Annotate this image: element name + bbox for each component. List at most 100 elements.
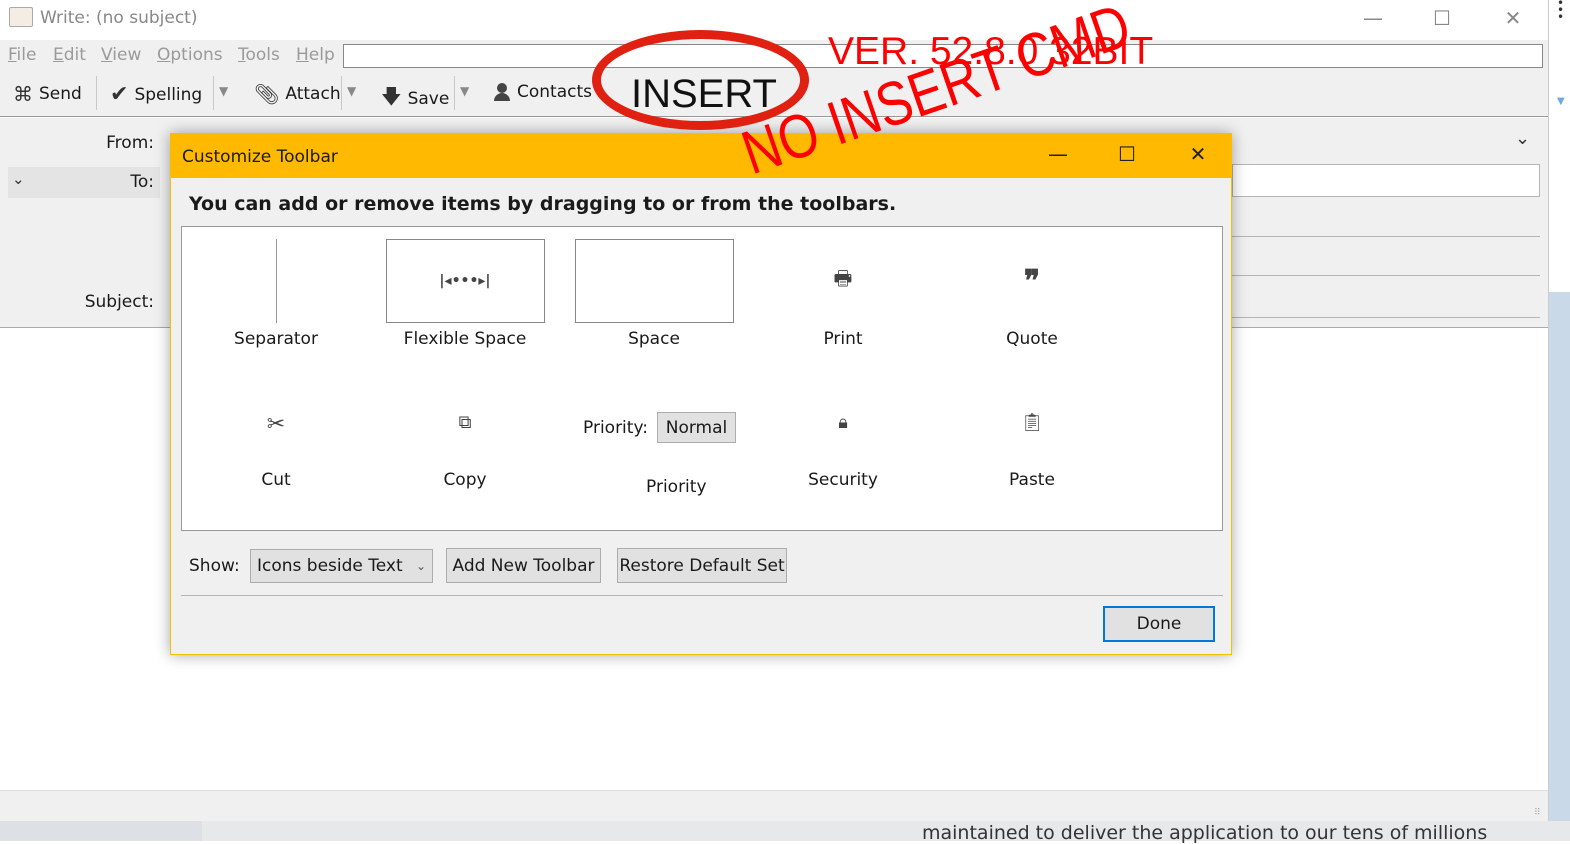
to-label: To:	[130, 172, 154, 192]
palette-item-paste[interactable]: 📋︎ Paste	[947, 412, 1117, 490]
paste-icon: 📋︎	[1020, 412, 1044, 433]
menu-tools[interactable]: Tools	[238, 45, 280, 65]
item-label: Priority	[646, 477, 707, 497]
resize-grip-icon[interactable]: ⠿	[1534, 808, 1541, 818]
lock-icon: 🔒︎	[838, 412, 848, 433]
dialog-instructions: You can add or remove items by dragging …	[189, 193, 897, 215]
minimize-button[interactable]: —	[1358, 6, 1388, 32]
menu-edit-label: Edit	[53, 45, 86, 65]
subject-label: Subject:	[84, 292, 154, 312]
item-label: Quote	[1006, 329, 1058, 349]
palette-item-copy[interactable]: ⧉ Copy	[380, 412, 550, 490]
send-button[interactable]: ⌘ Send	[13, 82, 82, 106]
menu-help[interactable]: Help	[296, 45, 335, 65]
item-label: Flexible Space	[403, 329, 527, 349]
menu-options[interactable]: Options	[157, 45, 223, 65]
scissors-icon: ✂	[266, 412, 286, 437]
menu-help-label: Help	[296, 45, 335, 65]
item-label: Paste	[1009, 470, 1055, 490]
toolbar-separator	[96, 76, 97, 110]
item-label: Security	[808, 470, 878, 490]
person-icon	[493, 83, 511, 101]
item-label: Separator	[234, 329, 318, 349]
palette-item-quote[interactable]: ❞ Quote	[947, 239, 1117, 350]
save-label: Save	[407, 89, 450, 109]
menu-view[interactable]: View	[101, 45, 141, 65]
chevron-down-icon[interactable]: ⌄	[12, 170, 25, 188]
dialog-minimize-button[interactable]: —	[1043, 142, 1073, 170]
restore-default-set-button[interactable]: Restore Default Set	[617, 548, 787, 583]
save-dropdown-icon[interactable]: ▼	[460, 84, 469, 98]
palette-item-print[interactable]: 🖶 Print	[758, 239, 928, 349]
status-bar	[0, 790, 1548, 821]
contacts-button[interactable]: Contacts	[493, 82, 592, 102]
palette-item-flexible-space[interactable]: |◂•••▸| Flexible Space	[380, 239, 550, 349]
menu-tools-label: Tools	[238, 45, 280, 65]
down-arrow-icon: 🡇	[381, 84, 402, 108]
maximize-button[interactable]: ☐	[1427, 6, 1457, 32]
done-button[interactable]: Done	[1103, 606, 1215, 642]
send-icon: ⌘	[13, 82, 33, 106]
triangle-icon: ▼	[1557, 96, 1565, 107]
spelling-dropdown-icon[interactable]: ▼	[219, 84, 228, 98]
chevron-down-icon: ⌄	[415, 559, 426, 573]
print-icon: 🖶	[833, 266, 853, 290]
palette-item-cut[interactable]: ✂ Cut	[191, 412, 361, 490]
item-label: Space	[628, 329, 680, 349]
more-icon: • • •	[1557, 0, 1565, 24]
menu-edit[interactable]: Edit	[53, 45, 86, 65]
checkmark-icon: ✔	[110, 82, 129, 107]
divider	[181, 595, 1223, 596]
show-select-value: Icons beside Text	[257, 556, 403, 576]
from-dropdown-chevron-icon[interactable]: ⌄	[1515, 128, 1530, 149]
menu-file-label: File	[8, 45, 37, 65]
window-titlebar: Write: (no subject) — ☐ ✕	[0, 0, 1548, 40]
attach-label: Attach	[285, 84, 341, 104]
dialog-close-button[interactable]: ✕	[1183, 142, 1213, 170]
palette-item-security[interactable]: 🔒︎ Security	[758, 412, 928, 490]
item-label: Copy	[443, 470, 487, 490]
show-select[interactable]: Icons beside Text ⌄	[250, 549, 433, 583]
menu-file[interactable]: File	[8, 45, 36, 65]
dialog-titlebar: Customize Toolbar — ☐ ✕	[171, 134, 1231, 178]
menu-options-label: Options	[157, 45, 223, 65]
subject-input-underline	[1232, 317, 1540, 318]
item-label: Print	[823, 329, 863, 349]
compose-icon	[9, 7, 33, 27]
toolbar-separator	[454, 76, 455, 110]
divider	[1232, 275, 1540, 276]
attach-button[interactable]: 📎︎ Attach	[254, 82, 341, 106]
add-new-toolbar-button[interactable]: Add New Toolbar	[446, 548, 601, 583]
from-label: From:	[106, 133, 154, 153]
copy-icon: ⧉	[458, 412, 472, 433]
priority-label: Priority:	[583, 418, 648, 438]
window-title: Write: (no subject)	[40, 8, 198, 28]
background-panel	[1549, 292, 1570, 821]
background-window-edge: • • • ▼	[1548, 0, 1570, 821]
contacts-label: Contacts	[517, 82, 592, 102]
to-input[interactable]	[1232, 164, 1540, 197]
toolbar-item-palette: Separator |◂•••▸| Flexible Space Space 🖶…	[181, 226, 1223, 531]
item-label: Cut	[261, 470, 291, 490]
annotation-insert: INSERT	[631, 72, 777, 116]
palette-item-separator[interactable]: Separator	[191, 239, 361, 349]
separator-icon	[275, 239, 277, 323]
menu-view-label: View	[101, 45, 142, 65]
save-button[interactable]: 🡇 Save	[381, 82, 449, 116]
divider	[1232, 236, 1540, 237]
attach-dropdown-icon[interactable]: ▼	[347, 84, 356, 98]
priority-select[interactable]: Normal	[657, 412, 736, 443]
toolbar-separator	[341, 76, 342, 110]
customize-toolbar-dialog: Customize Toolbar — ☐ ✕ You can add or r…	[170, 133, 1232, 655]
dialog-maximize-button[interactable]: ☐	[1112, 142, 1142, 170]
dialog-title: Customize Toolbar	[182, 147, 338, 167]
show-label: Show:	[189, 556, 240, 576]
palette-item-space[interactable]: Space	[569, 239, 739, 349]
paperclip-icon: 📎︎	[254, 82, 280, 106]
close-button[interactable]: ✕	[1498, 6, 1528, 32]
spelling-button[interactable]: ✔ Spelling	[110, 82, 202, 107]
space-icon	[574, 239, 734, 323]
send-label: Send	[39, 84, 82, 104]
toolbar-separator	[213, 76, 214, 110]
flexible-space-icon: |◂•••▸|	[385, 239, 545, 323]
